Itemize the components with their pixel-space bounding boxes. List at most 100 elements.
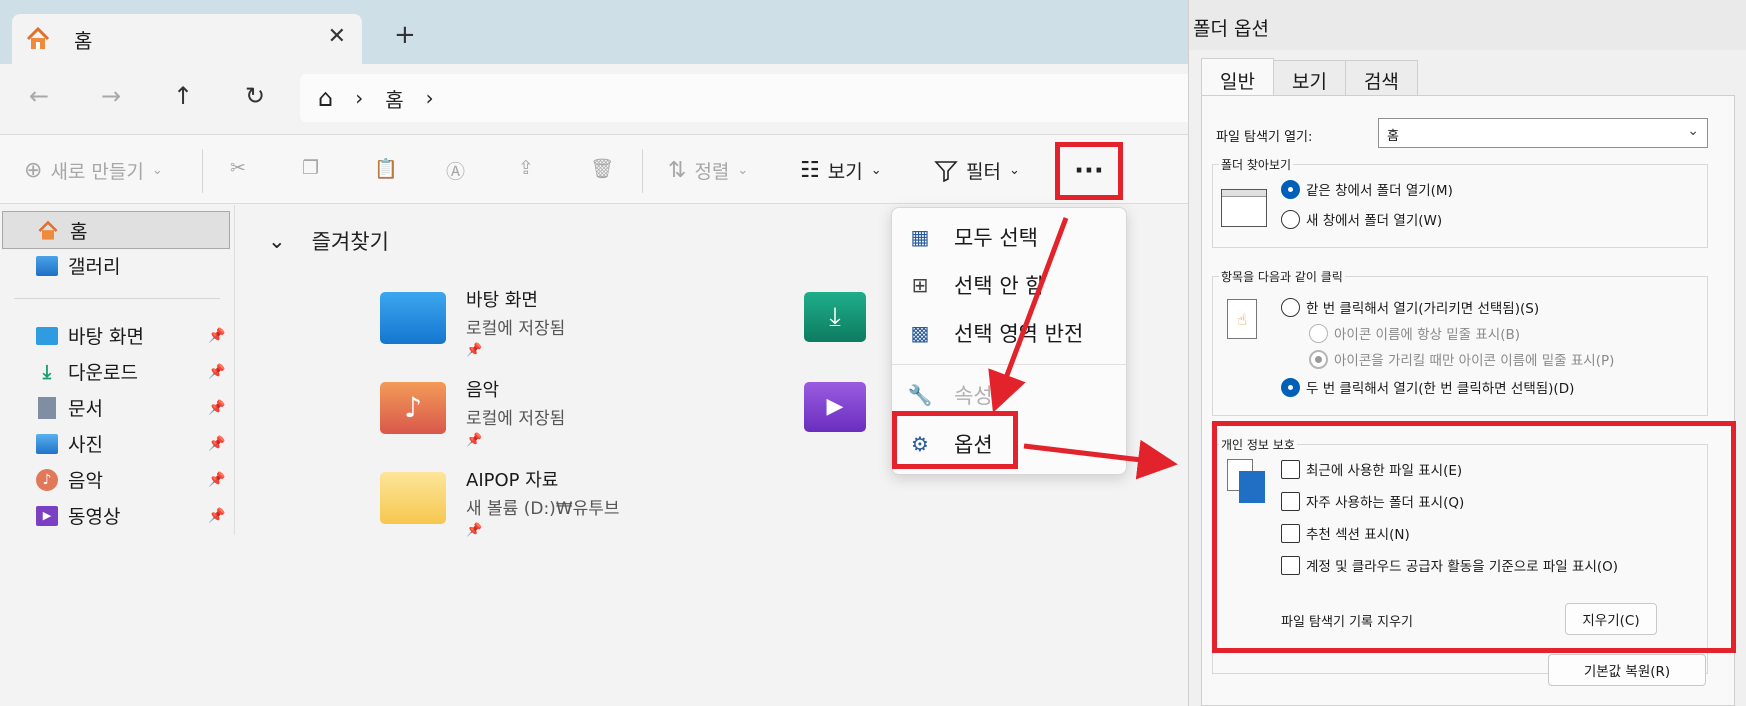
invert-selection-icon: ▩ (910, 321, 930, 345)
sidebar-item-documents[interactable]: 문서 📌 (36, 394, 225, 421)
rename-icon[interactable]: Ⓐ (446, 157, 465, 184)
pin-icon[interactable]: 📌 (208, 364, 225, 380)
filter-button[interactable]: 필터 ⌄ (934, 157, 1020, 184)
new-tab-icon[interactable]: + (394, 20, 416, 50)
sidebar-item-videos[interactable]: ▶ 동영상 📌 (36, 502, 225, 529)
folder-item-aipop[interactable]: AIPOP 자료 새 볼륨 (D:)₩유투브 📌 (380, 466, 620, 538)
sort-button-label: 정렬 (694, 161, 730, 183)
delete-icon[interactable]: 🗑 (590, 157, 614, 180)
radio-label: 아이콘 이름에 항상 밑줄 표시(B) (1334, 327, 1520, 343)
radio-label: 한 번 클릭해서 열기(가리키면 선택됨)(S) (1306, 301, 1540, 317)
double-click-radio[interactable]: 두 번 클릭해서 열기(한 번 클릭하면 선택됨)(D) (1281, 377, 1574, 397)
chevron-down-icon: ⌄ (1687, 123, 1699, 139)
radio-unselected (1309, 323, 1328, 343)
cursor-click-icon: ☝ (1227, 299, 1257, 339)
menu-item-properties[interactable]: 🔧 속성 (908, 380, 993, 410)
home-icon (38, 220, 58, 240)
refresh-icon[interactable]: ↻ (238, 82, 272, 110)
tab-search[interactable]: 검색 (1344, 60, 1418, 96)
radio-label: 새 창에서 폴더 열기(W) (1306, 213, 1443, 229)
breadcrumb-separator-icon[interactable]: › (355, 86, 363, 110)
address-bar[interactable]: ⌂ › 홈 › (300, 74, 1200, 122)
sidebar-item-label: 음악 (68, 470, 103, 492)
home-icon (26, 26, 50, 49)
new-button[interactable]: ⊕ 새로 만들기 ⌄ (24, 157, 163, 184)
quick-access-header[interactable]: ⌄ 즐겨찾기 (268, 226, 389, 256)
pin-icon: 📌 (466, 523, 483, 538)
chevron-down-icon: ⌄ (268, 229, 286, 253)
tab-home[interactable]: 홈 ✕ (12, 14, 362, 64)
chevron-down-icon: ⌄ (151, 163, 163, 178)
dialog-title: 폴더 옵션 (1193, 18, 1269, 40)
copy-icon[interactable]: ❐ (302, 157, 319, 179)
cut-icon[interactable]: ✂ (230, 157, 246, 179)
tab-title: 홈 (74, 28, 93, 53)
single-click-radio[interactable]: 한 번 클릭해서 열기(가리키면 선택됨)(S) (1281, 297, 1539, 317)
menu-item-label: 속성 (954, 384, 993, 408)
dialog-tabs: 일반 보기 검색 (1201, 58, 1418, 96)
underline-hover-radio[interactable]: 아이콘을 가리킬 때만 아이콘 이름에 밑줄 표시(P) (1309, 349, 1614, 369)
breadcrumb-home[interactable]: 홈 (385, 84, 403, 113)
download-icon: ⤓ (42, 360, 52, 383)
radio-selected (1281, 179, 1300, 199)
share-icon[interactable]: ⇪ (518, 157, 534, 179)
close-tab-icon[interactable]: ✕ (328, 24, 346, 49)
menu-item-label: 모두 선택 (954, 226, 1038, 250)
desktop-icon (36, 326, 58, 345)
open-explorer-label: 파일 탐색기 열기: (1216, 130, 1313, 145)
menu-item-label: 선택 안 함 (954, 274, 1045, 298)
new-button-label: 새로 만들기 (50, 161, 144, 183)
sidebar-item-label: 홈 (70, 221, 88, 243)
pin-icon[interactable]: 📌 (208, 472, 225, 488)
radio-label: 같은 창에서 폴더 열기(M) (1306, 183, 1453, 199)
open-explorer-select[interactable]: 홈 ⌄ (1378, 118, 1708, 148)
navigation-pane: 홈 갤러리 바탕 화면 📌 ⤓ 다운로드 📌 문서 📌 사진 📌 ♪ 음악 📌 … (0, 205, 235, 535)
wrench-icon: 🔧 (907, 383, 933, 407)
pin-icon[interactable]: 📌 (208, 400, 225, 416)
forward-icon[interactable]: → (94, 82, 128, 110)
menu-item-select-none[interactable]: ⊞ 선택 안 함 (908, 270, 1045, 300)
downloads-folder-icon[interactable]: ⤓ (804, 292, 866, 342)
menu-item-invert-selection[interactable]: ▩ 선택 영역 반전 (908, 318, 1084, 348)
sort-icon: ⇅ (668, 158, 687, 183)
menu-item-select-all[interactable]: ▦ 모두 선택 (908, 222, 1038, 252)
divider (202, 149, 203, 193)
underline-always-radio[interactable]: 아이콘 이름에 항상 밑줄 표시(B) (1309, 323, 1520, 343)
gallery-icon (36, 255, 58, 276)
back-icon[interactable]: ← (22, 82, 56, 110)
folder-name: 바탕 화면 (466, 290, 538, 311)
see-more-button[interactable]: ··· (1055, 142, 1123, 200)
same-window-radio[interactable]: 같은 창에서 폴더 열기(M) (1281, 179, 1453, 199)
radio-unselected (1281, 209, 1300, 229)
sidebar-item-desktop[interactable]: 바탕 화면 📌 (36, 322, 225, 349)
divider (892, 364, 1128, 365)
restore-defaults-button[interactable]: 기본값 복원(R) (1548, 654, 1706, 686)
divider (642, 149, 643, 193)
view-button[interactable]: ☷ 보기 ⌄ (800, 157, 882, 184)
new-window-radio[interactable]: 새 창에서 폴더 열기(W) (1281, 209, 1442, 229)
sidebar-item-music[interactable]: ♪ 음악 📌 (36, 466, 225, 493)
select-all-icon: ▦ (910, 225, 930, 249)
pin-icon[interactable]: 📌 (208, 508, 225, 524)
radio-selected-disabled (1309, 349, 1328, 369)
pin-icon[interactable]: 📌 (208, 328, 225, 344)
sidebar-item-pictures[interactable]: 사진 📌 (36, 430, 225, 457)
folder-item-music[interactable]: ♪ 음악 로컬에 저장됨 📌 (380, 376, 565, 448)
tab-general[interactable]: 일반 (1201, 58, 1274, 96)
pin-icon[interactable]: 📌 (208, 436, 225, 452)
radio-label: 두 번 클릭해서 열기(한 번 클릭하면 선택됨)(D) (1306, 381, 1575, 397)
menu-item-label: 선택 영역 반전 (954, 322, 1084, 346)
sidebar-item-downloads[interactable]: ⤓ 다운로드 📌 (36, 358, 226, 385)
tab-view[interactable]: 보기 (1272, 60, 1346, 96)
privacy-highlight-box (1212, 421, 1736, 653)
folder-item-desktop[interactable]: 바탕 화면 로컬에 저장됨 📌 (380, 286, 565, 358)
sort-button[interactable]: ⇅ 정렬 ⌄ (668, 157, 748, 184)
home-breadcrumb-icon[interactable]: ⌂ (318, 84, 333, 112)
breadcrumb-expand-icon[interactable]: › (426, 86, 434, 110)
sidebar-item-gallery[interactable]: 갤러리 (36, 252, 120, 279)
sidebar-item-label: 동영상 (68, 506, 121, 528)
sidebar-item-home[interactable]: 홈 (36, 217, 87, 244)
videos-folder-icon[interactable]: ▶ (804, 382, 866, 432)
paste-icon[interactable]: 📋 (374, 157, 398, 180)
up-icon[interactable]: ↑ (166, 82, 200, 110)
